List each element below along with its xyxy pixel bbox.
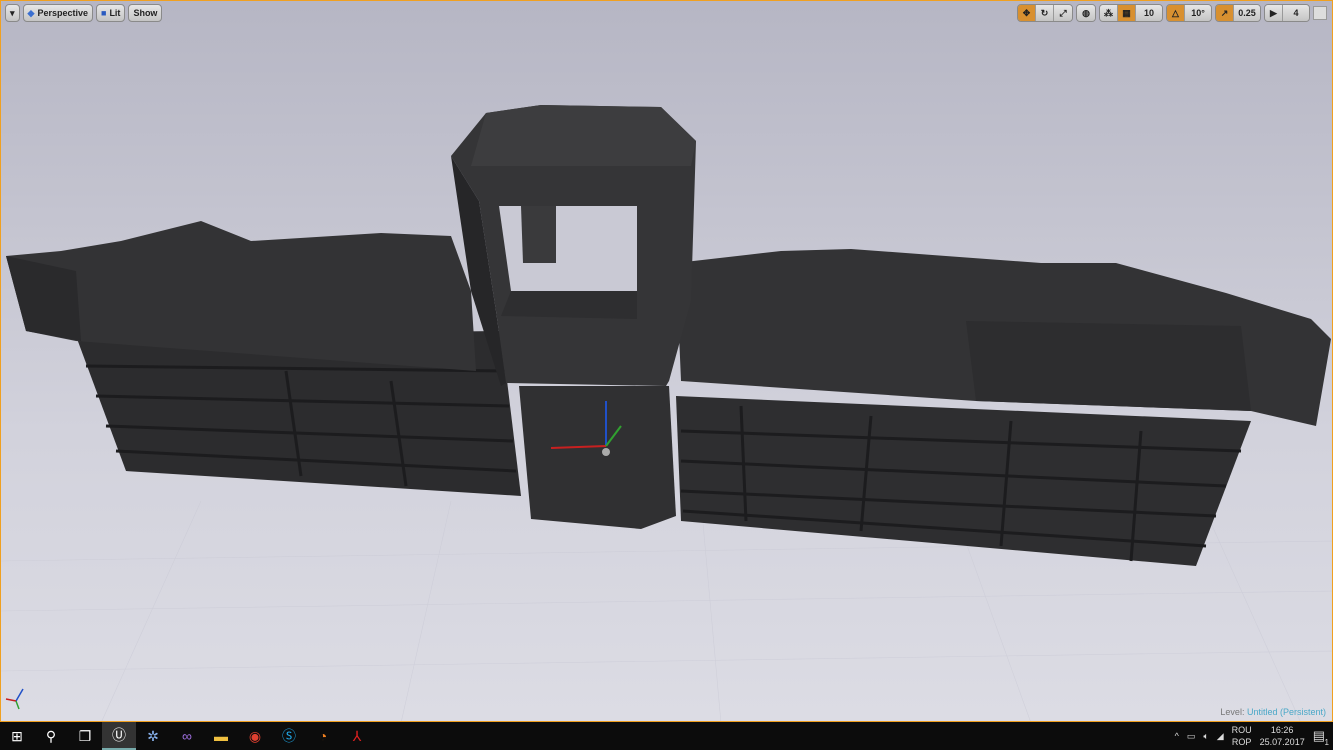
search-icon[interactable]: ⚲ [34, 722, 68, 750]
axis-indicator-icon [5, 688, 24, 710]
rotation-snap-value[interactable]: 10° [1185, 5, 1211, 21]
language-indicator[interactable]: ROU ROP [1232, 724, 1252, 748]
level-viewport[interactable]: ▾ ◆ Perspective ■ Lit Show ✥ ↻ ⤢ ◍ ⁂ ▦ 10 △ 10°… [0, 0, 1333, 722]
visual-studio-icon[interactable]: ∞ [170, 722, 204, 750]
file-explorer-icon[interactable]: ▬ [204, 722, 238, 750]
volume-icon[interactable]: 🔈︎ [1203, 731, 1208, 742]
viewport-toolbar-left: ▾ ◆ Perspective ■ Lit Show [5, 4, 163, 22]
translate-mode-icon[interactable]: ✥ [1018, 5, 1036, 21]
windows-taskbar: ⊞ ⚲ ❐ Ⓤ ✲ ∞ ▬ ◉ Ⓢ ◔ ⅄ ^ ▭ 🔈︎ ◢ ROU ROP 16… [0, 722, 1333, 750]
camera-speed-value[interactable]: 4 [1283, 5, 1309, 21]
chevron-down-icon: ▾ [10, 7, 15, 18]
scale-mode-icon[interactable]: ⤢ [1054, 5, 1072, 21]
viewport-toolbar-right: ✥ ↻ ⤢ ◍ ⁂ ▦ 10 △ 10° ↗ 0.25 ▶ 4 [1017, 4, 1327, 22]
maximize-viewport-icon[interactable] [1313, 6, 1327, 20]
world-space-icon[interactable]: ◍ [1077, 5, 1095, 21]
task-view-icon[interactable]: ❐ [68, 722, 102, 750]
grid-snap-icon[interactable]: ▦ [1118, 5, 1136, 21]
rotate-mode-icon[interactable]: ↻ [1036, 5, 1054, 21]
clock[interactable]: 16:26 25.07.2017 [1260, 724, 1305, 748]
wifi-icon[interactable]: ◢ [1217, 731, 1224, 742]
chevron-up-icon[interactable]: ^ [1175, 731, 1179, 741]
show-button[interactable]: Show [128, 4, 163, 22]
castle-wall-mesh [6, 105, 1331, 566]
level-name: Untitled (Persistent) [1246, 707, 1326, 717]
system-tray: ^ ▭ 🔈︎ ◢ ROU ROP 16:26 25.07.2017 ▤ 1 [1175, 722, 1333, 750]
notification-count: 1 [1324, 738, 1329, 747]
scale-snap-icon[interactable]: ↗ [1216, 5, 1234, 21]
battery-icon[interactable]: ▭ [1187, 731, 1196, 742]
notifications-button[interactable]: ▤ 1 [1313, 728, 1329, 747]
chrome-icon[interactable]: ◉ [238, 722, 272, 750]
start-icon[interactable]: ⊞ [0, 722, 34, 750]
level-indicator: Level: Untitled (Persistent) [1220, 707, 1326, 717]
blender-icon[interactable]: ◔ [306, 722, 340, 750]
surface-snap-icon[interactable]: ⁂ [1100, 5, 1118, 21]
viewport-options-button[interactable]: ▾ [5, 4, 20, 22]
scene-render [1, 105, 1332, 721]
grid-snap-value[interactable]: 10 [1136, 5, 1162, 21]
unity-icon[interactable]: ✲ [136, 722, 170, 750]
unreal-engine-icon[interactable]: Ⓤ [102, 722, 136, 750]
camera-speed-icon[interactable]: ▶ [1265, 5, 1283, 21]
perspective-icon: ◆ [27, 7, 35, 18]
lit-cube-icon: ■ [101, 8, 107, 18]
rotation-snap-icon[interactable]: △ [1167, 5, 1185, 21]
perspective-button[interactable]: ◆ Perspective [22, 4, 93, 22]
acrobat-icon[interactable]: ⅄ [340, 722, 374, 750]
scale-snap-value[interactable]: 0.25 [1234, 5, 1260, 21]
view-mode-button[interactable]: ■ Lit [96, 4, 126, 22]
skype-icon[interactable]: Ⓢ [272, 722, 306, 750]
